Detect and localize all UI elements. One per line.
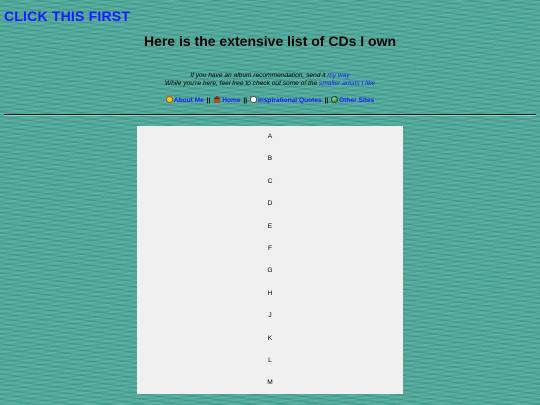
letter-link-f[interactable]: F: [137, 245, 403, 252]
nav-other-sites-link[interactable]: Other Sites: [339, 97, 374, 104]
nav-separator: ||: [324, 97, 329, 104]
letter-link-h[interactable]: H: [137, 290, 403, 297]
page-title: Here is the extensive list of CDs I own: [143, 33, 397, 49]
nav-bar: About Me || Home || Inspirational Quotes…: [0, 96, 540, 104]
smiley-face-icon: [165, 96, 173, 103]
horizontal-divider: [4, 114, 536, 116]
letter-link-b[interactable]: B: [137, 155, 403, 162]
letter-link-e[interactable]: E: [137, 223, 403, 230]
letter-link-l[interactable]: L: [137, 357, 403, 364]
house-icon: [213, 96, 222, 103]
smaller-artists-link[interactable]: smaller artists I like: [319, 80, 375, 87]
intro-artists-text: While you're here, feel free to check ou…: [164, 80, 320, 87]
letter-index-panel: A B C D E F G H J K L M: [137, 126, 403, 394]
click-this-first-link[interactable]: CLICK THIS FIRST: [4, 8, 130, 24]
letter-link-g[interactable]: G: [137, 267, 403, 274]
nav-about-me-link[interactable]: About Me: [174, 97, 204, 104]
letter-link-a[interactable]: A: [137, 133, 403, 140]
nav-separator: ||: [243, 97, 248, 104]
intro-recommendation-text: If you have an album recommendation, sen…: [190, 72, 328, 79]
nav-separator: ||: [206, 97, 211, 104]
intro-line-artists: While you're here, feel free to check ou…: [0, 79, 540, 88]
speech-bubble-icon: [249, 96, 257, 103]
letter-link-c[interactable]: C: [137, 178, 403, 185]
letter-link-j[interactable]: J: [137, 312, 403, 319]
my-way-link[interactable]: my way: [327, 72, 349, 79]
globe-icon: [331, 96, 339, 103]
letter-link-d[interactable]: D: [137, 200, 403, 207]
letter-link-k[interactable]: K: [137, 335, 403, 342]
nav-inspirational-quotes-link[interactable]: Inspirational Quotes: [258, 97, 322, 104]
nav-home-link[interactable]: Home: [222, 97, 240, 104]
letter-link-m[interactable]: M: [137, 379, 403, 386]
